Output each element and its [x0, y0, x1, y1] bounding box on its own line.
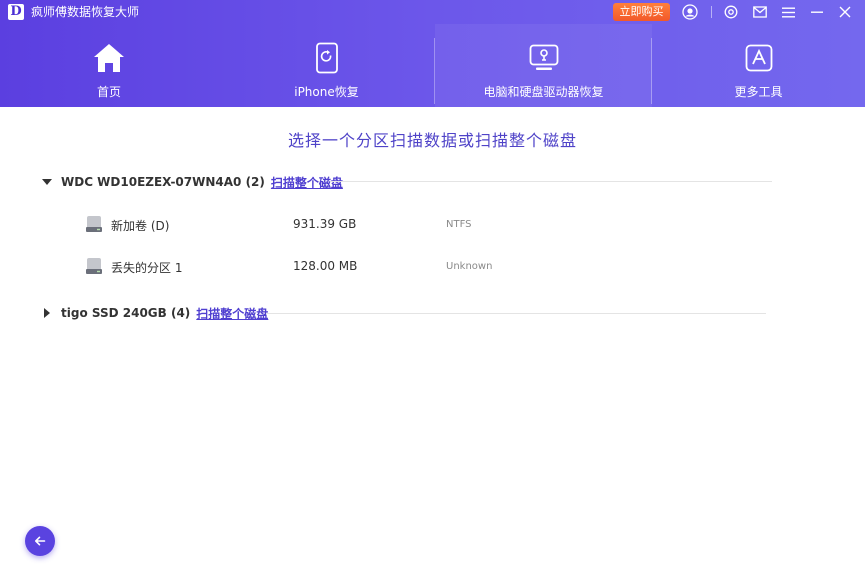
partition-drive-icon: [85, 257, 103, 279]
disk-row[interactable]: tigo SSD 240GB (4) 扫描整个磁盘: [41, 304, 268, 322]
tab-iphone-recovery[interactable]: iPhone恢复: [218, 24, 435, 107]
caret-down-icon[interactable]: [41, 178, 55, 186]
user-icon[interactable]: [681, 3, 699, 21]
page-title: 选择一个分区扫描数据或扫描整个磁盘: [287, 131, 577, 150]
tab-home-label: 首页: [96, 85, 121, 99]
nav-divider: [651, 38, 652, 104]
nav-divider: [434, 38, 435, 104]
tab-home[interactable]: 首页: [0, 24, 218, 107]
main-nav: 首页 iPhone恢复 电脑和硬盘驱动器恢复 更多工具: [0, 24, 865, 107]
caret-right-icon[interactable]: [41, 307, 55, 319]
divider-line: [330, 181, 772, 182]
partition-row[interactable]: 丢失的分区 1 128.00 MB Unknown: [85, 256, 785, 276]
titlebar-divider: [711, 6, 712, 18]
phone-restore-icon: [310, 41, 344, 75]
home-icon: [92, 41, 126, 75]
app-title: 疯师傅数据恢复大师: [31, 5, 140, 19]
header: D 疯师傅数据恢复大师 立即购买 首页 iPhone恢复 电脑和硬盘驱动器恢复 …: [0, 0, 865, 107]
partition-row[interactable]: 新加卷 (D) 931.39 GB NTFS: [85, 214, 785, 234]
arrow-left-icon: [35, 536, 46, 546]
menu-icon[interactable]: [779, 3, 797, 21]
title-bar: D 疯师傅数据恢复大师 立即购买: [0, 0, 865, 24]
partition-name: 新加卷 (D): [111, 219, 170, 233]
divider-line: [266, 313, 766, 314]
disk-row[interactable]: WDC WD10EZEX-07WN4A0 (2) 扫描整个磁盘: [41, 173, 343, 191]
tab-more-tools-label: 更多工具: [734, 85, 783, 99]
tab-pc-drive-recovery-label: 电脑和硬盘驱动器恢复: [483, 85, 604, 99]
partition-filesystem: Unknown: [446, 261, 493, 272]
scan-disk-link[interactable]: 扫描整个磁盘: [271, 174, 343, 191]
target-icon[interactable]: [722, 3, 740, 21]
app-logo: D: [8, 4, 24, 20]
close-icon[interactable]: [836, 3, 854, 21]
partition-filesystem: NTFS: [446, 219, 472, 230]
tab-more-tools[interactable]: 更多工具: [652, 24, 865, 107]
buy-now-button[interactable]: 立即购买: [613, 3, 670, 21]
minimize-icon[interactable]: [808, 3, 826, 21]
partition-size: 128.00 MB: [293, 259, 358, 273]
mail-icon[interactable]: [751, 3, 769, 21]
partition-drive-icon: [85, 215, 103, 237]
partition-size: 931.39 GB: [293, 217, 357, 231]
scan-disk-link[interactable]: 扫描整个磁盘: [196, 305, 268, 322]
disk-name: WDC WD10EZEX-07WN4A0 (2): [61, 175, 265, 189]
drive-icon: [527, 41, 561, 75]
partition-name: 丢失的分区 1: [111, 261, 183, 275]
back-button[interactable]: [25, 526, 55, 556]
tab-pc-drive-recovery[interactable]: 电脑和硬盘驱动器恢复: [435, 24, 652, 107]
disk-name: tigo SSD 240GB (4): [61, 306, 191, 320]
tools-icon: [742, 41, 776, 75]
app-window: D 疯师傅数据恢复大师 立即购买 首页 iPhone恢复 电脑和硬盘驱动器恢复 …: [0, 0, 865, 574]
tab-iphone-recovery-label: iPhone恢复: [294, 85, 359, 99]
